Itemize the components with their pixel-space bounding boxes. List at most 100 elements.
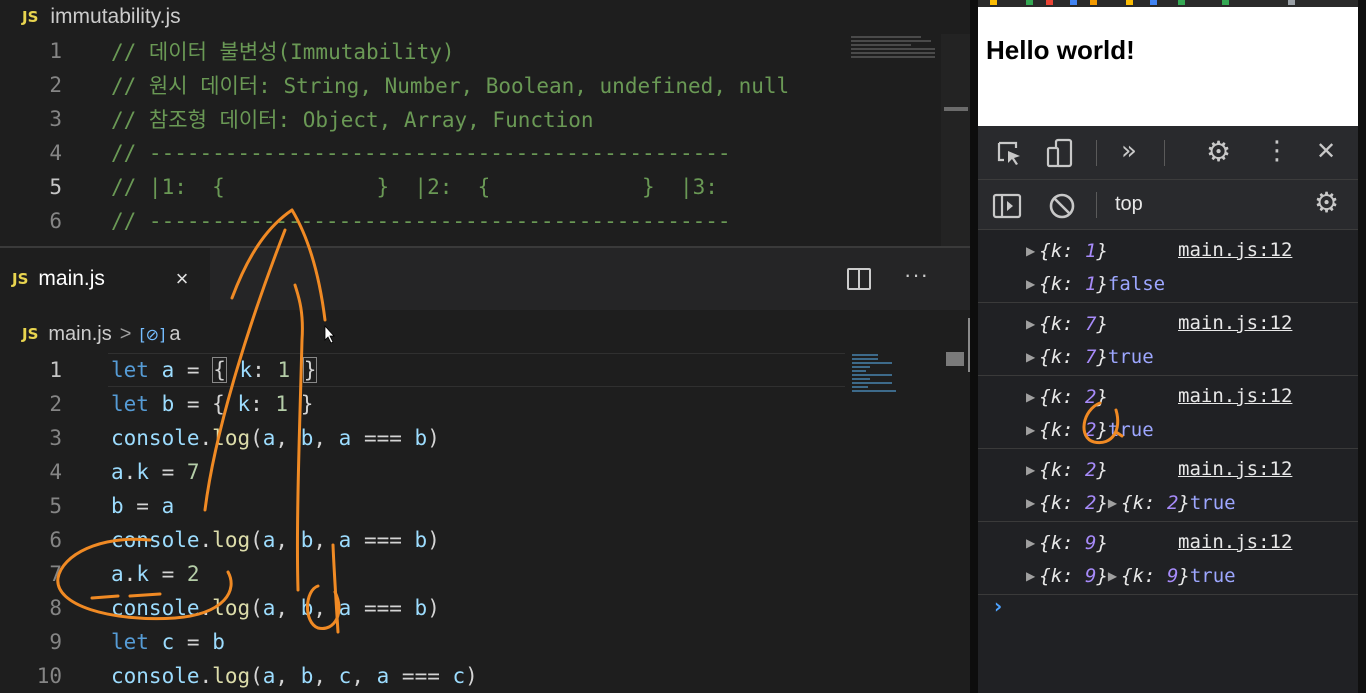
code-line[interactable]: 4 // -----------------------------------… — [0, 136, 845, 170]
expand-triangle-icon[interactable]: ▶ — [1026, 390, 1035, 404]
source-link[interactable]: main.js:12 — [1178, 531, 1292, 553]
clear-console-icon[interactable] — [1048, 192, 1076, 220]
line-number: 5 — [49, 494, 62, 518]
expand-triangle-icon[interactable]: ▶ — [1026, 423, 1035, 437]
line-number: 2 — [49, 392, 62, 416]
javascript-file-icon: JS — [22, 325, 39, 343]
code-line[interactable]: 4 a.k = 7 — [0, 455, 845, 489]
code-line[interactable]: 3 console.log(a, b, a === b) — [0, 421, 845, 455]
code-line[interactable]: 7 a.k = 2 — [0, 557, 845, 591]
console-message[interactable]: ▶ {k: 2} main.js:12 ▶ {k: 2} true — [978, 376, 1358, 449]
browser-extension-strip — [978, 0, 1358, 7]
more-actions-icon[interactable]: ··· — [904, 262, 929, 288]
code-line[interactable]: 9 let c = b — [0, 625, 845, 659]
code-comment: // |1: { } |2: { } |3: — [111, 175, 718, 199]
device-toolbar-icon[interactable] — [1046, 138, 1074, 168]
console-toolbar: top ⚙ — [978, 180, 1358, 230]
line-number: 6 — [49, 209, 62, 233]
code-line[interactable]: 10 console.log(a, b, c, a === c) — [0, 659, 845, 693]
code-text: let b = { k: 1 } — [111, 392, 314, 416]
code-text: let a = { k: 1 } — [111, 357, 318, 383]
code-line[interactable]: 2 // 원시 데이터: String, Number, Boolean, un… — [0, 68, 845, 102]
line-number: 10 — [36, 664, 62, 688]
code-line[interactable]: 5 b = a — [0, 489, 845, 523]
expand-triangle-icon[interactable]: ▶ — [1026, 496, 1035, 510]
line-number: 2 — [49, 73, 62, 97]
tab-bar: JS main.js × — [0, 248, 970, 310]
code-editor: JS immutability.js 1 // 데이터 불변성(Immutabi… — [0, 0, 972, 693]
tab-main-js[interactable]: JS main.js × — [0, 248, 210, 310]
code-line[interactable]: 1 // 데이터 불변성(Immutability) — [0, 34, 845, 68]
minimap[interactable] — [850, 352, 940, 412]
code-text: console.log(a, b, a === b) — [111, 426, 440, 450]
code-line[interactable]: 6 console.log(a, b, a === b) — [0, 523, 845, 557]
expand-triangle-icon[interactable]: ▶ — [1026, 317, 1035, 331]
code-text: console.log(a, b, c, a === c) — [111, 664, 478, 688]
close-icon[interactable]: ✕ — [1316, 137, 1336, 165]
javascript-file-icon: JS — [22, 8, 39, 26]
expand-triangle-icon[interactable]: ▶ — [1108, 569, 1117, 583]
javascript-file-icon: JS — [12, 270, 29, 288]
console-message[interactable]: ▶ {k: 2} main.js:12 ▶ {k: 2} ▶ {k: 2} true — [978, 449, 1358, 522]
editor-pane-immutability: JS immutability.js 1 // 데이터 불변성(Immutabi… — [0, 0, 970, 246]
vertical-scrollbar[interactable] — [941, 34, 970, 246]
expand-triangle-icon[interactable]: ▶ — [1026, 536, 1035, 550]
source-link[interactable]: main.js:12 — [1178, 239, 1292, 261]
line-number: 3 — [49, 426, 62, 450]
code-comment: // 참조형 데이터: Object, Array, Function — [111, 108, 594, 132]
code-line[interactable]: 1 let a = { k: 1 } — [0, 353, 845, 387]
inspect-element-icon[interactable] — [996, 140, 1024, 168]
line-number: 1 — [49, 358, 62, 382]
code-comment: // 데이터 불변성(Immutability) — [111, 40, 455, 64]
minimap[interactable] — [845, 34, 941, 246]
source-link[interactable]: main.js:12 — [1178, 458, 1292, 480]
expand-triangle-icon[interactable]: ▶ — [1026, 350, 1035, 364]
more-tabs-icon[interactable]: » — [1121, 136, 1137, 166]
line-number: 3 — [49, 107, 62, 131]
code-line[interactable]: 5 // |1: { } |2: { } |3: — [0, 170, 845, 204]
line-number: 1 — [49, 39, 62, 63]
code-line[interactable]: 8 console.log(a, b, a === b) — [0, 591, 845, 625]
code-text: console.log(a, b, a === b) — [111, 596, 440, 620]
expand-triangle-icon[interactable]: ▶ — [1026, 463, 1035, 477]
code-line[interactable]: 3 // 참조형 데이터: Object, Array, Function — [0, 102, 845, 136]
expand-triangle-icon[interactable]: ▶ — [1026, 569, 1035, 583]
split-editor-icon[interactable] — [847, 268, 871, 290]
line-number: 7 — [49, 562, 62, 586]
source-link[interactable]: main.js:12 — [1178, 385, 1292, 407]
code-line[interactable]: 2 let b = { k: 1 } — [0, 387, 845, 421]
line-number: 9 — [49, 630, 62, 654]
boolean-value: true — [1107, 346, 1154, 368]
web-page-viewport[interactable]: Hello world! — [978, 7, 1358, 126]
breadcrumb[interactable]: JS main.js > [⊘] a — [0, 318, 970, 350]
console-output[interactable]: ▶ {k: 1} main.js:12 ▶ {k: 1} false ▶ {k: 7}… — [978, 230, 1358, 693]
sidebar-toggle-icon[interactable] — [992, 193, 1022, 219]
context-selector[interactable]: top — [1115, 193, 1143, 216]
scrollbar-thumb[interactable] — [946, 352, 964, 366]
breadcrumb-symbol[interactable]: a — [169, 323, 180, 346]
file-header[interactable]: JS immutability.js — [0, 0, 970, 34]
line-number: 8 — [49, 596, 62, 620]
gear-icon[interactable]: ⚙ — [1314, 186, 1339, 219]
console-message[interactable]: ▶ {k: 9} main.js:12 ▶ {k: 9} ▶ {k: 9} true — [978, 522, 1358, 595]
code-text: console.log(a, b, a === b) — [111, 528, 440, 552]
scrollbar-thumb[interactable] — [944, 107, 968, 111]
expand-triangle-icon[interactable]: ▶ — [1108, 496, 1117, 510]
devtools-main-toolbar: » ⚙ ⋮ ✕ — [978, 126, 1358, 180]
code-comment: // 원시 데이터: String, Number, Boolean, unde… — [111, 74, 790, 98]
expand-triangle-icon[interactable]: ▶ — [1026, 277, 1035, 291]
expand-triangle-icon[interactable]: ▶ — [1026, 244, 1035, 258]
code-text: a.k = 7 — [111, 460, 200, 484]
console-message[interactable]: ▶ {k: 1} main.js:12 ▶ {k: 1} false — [978, 230, 1358, 303]
variable-symbol-icon: [⊘] — [139, 324, 166, 344]
console-message[interactable]: ▶ {k: 7} main.js:12 ▶ {k: 7} true — [978, 303, 1358, 376]
breadcrumb-file[interactable]: main.js — [48, 323, 111, 346]
gear-icon[interactable]: ⚙ — [1206, 135, 1231, 168]
code-line[interactable]: 6 // -----------------------------------… — [0, 204, 845, 238]
kebab-menu-icon[interactable]: ⋮ — [1264, 136, 1290, 166]
source-link[interactable]: main.js:12 — [1178, 312, 1292, 334]
line-number: 5 — [49, 175, 62, 199]
console-prompt[interactable]: › — [994, 594, 1002, 618]
line-number: 4 — [49, 141, 62, 165]
close-icon[interactable]: × — [170, 266, 194, 292]
